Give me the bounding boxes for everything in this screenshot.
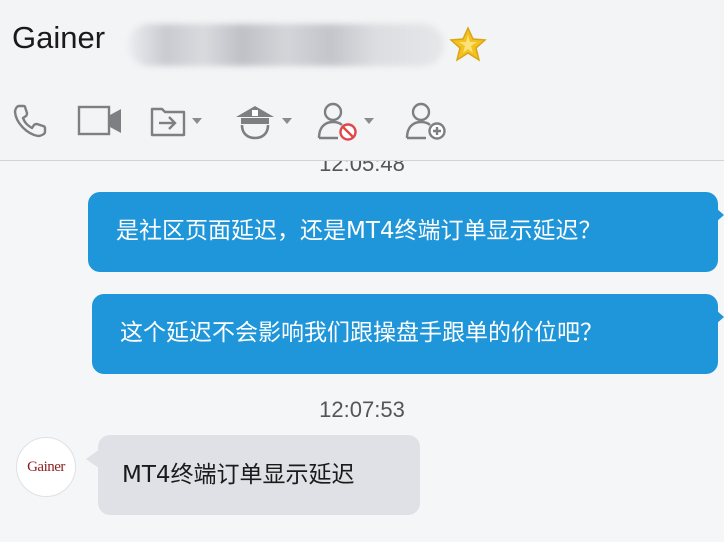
video-camera-icon <box>77 105 121 136</box>
block-contact-button[interactable] <box>316 98 374 144</box>
chevron-down-icon <box>364 118 374 124</box>
chat-header: Gainer <box>0 0 724 160</box>
add-contact-button[interactable] <box>404 98 448 144</box>
outgoing-message-bubble[interactable]: 这个延迟不会影响我们跟操盘手跟单的价位吧？ <box>92 294 718 374</box>
chevron-down-icon <box>192 118 202 124</box>
phone-icon <box>13 104 47 138</box>
transfer-file-button[interactable] <box>148 98 202 144</box>
add-contact-icon <box>405 102 446 140</box>
contact-avatar[interactable]: Gainer <box>16 437 76 497</box>
chevron-down-icon <box>282 118 292 124</box>
bubble-tail <box>708 303 724 331</box>
remote-assistance-icon <box>236 106 274 140</box>
bubble-tail <box>708 201 724 229</box>
blurred-contact-id <box>128 24 444 66</box>
block-contact-icon <box>317 102 357 141</box>
chat-history[interactable]: 12:05:48 是社区页面延迟，还是MT4终端订单显示延迟？ 这个延迟不会影响… <box>0 161 724 542</box>
avatar-label: Gainer <box>27 458 65 475</box>
remote-assistance-button[interactable] <box>232 98 292 144</box>
incoming-message-bubble[interactable]: MT4终端订单显示延迟 <box>98 435 420 515</box>
voice-call-button[interactable] <box>10 98 50 144</box>
message-timestamp: 12:07:53 <box>319 397 405 422</box>
star-icon[interactable] <box>448 26 488 62</box>
video-call-button[interactable] <box>76 98 124 144</box>
transfer-file-icon <box>150 107 186 137</box>
outgoing-message-bubble[interactable]: 是社区页面延迟，还是MT4终端订单显示延迟？ <box>88 192 718 272</box>
message-timestamp: 12:05:48 <box>319 161 405 176</box>
contact-name[interactable]: Gainer <box>12 20 105 56</box>
